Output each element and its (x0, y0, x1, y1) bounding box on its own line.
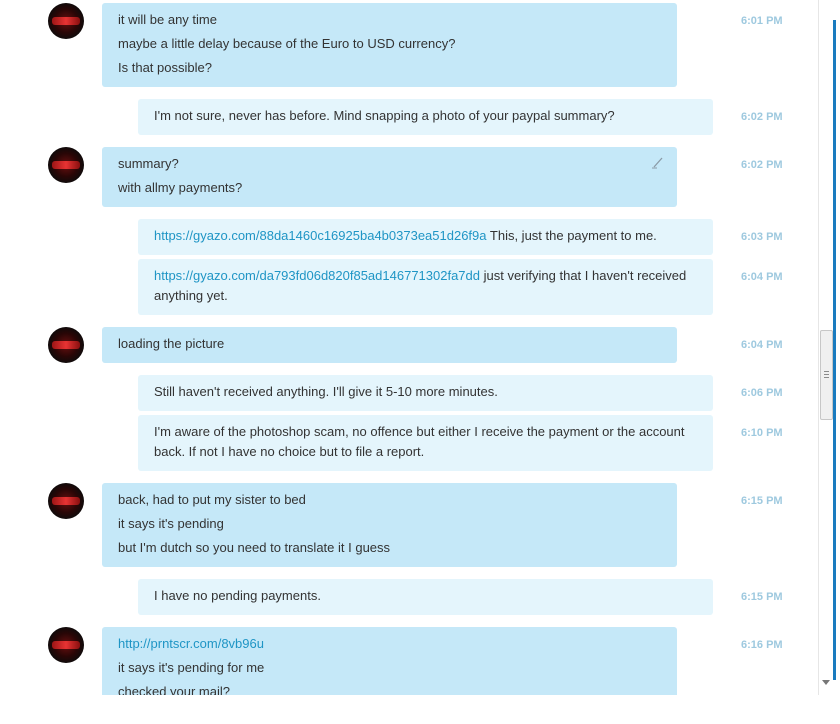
message-bubble[interactable]: summary? with allmy payments? (102, 147, 677, 207)
contact-avatar[interactable] (48, 483, 84, 519)
scrollbar-thumb[interactable] (820, 330, 833, 420)
bottom-area (0, 695, 840, 724)
message-link[interactable]: http://prntscr.com/8vb96u (118, 636, 264, 651)
message-text: checked your mail? (118, 684, 230, 695)
message-link[interactable]: https://gyazo.com/88da1460c16925ba4b0373… (154, 228, 487, 243)
message-timestamp: 6:10 PM (741, 427, 783, 439)
message-bubble[interactable]: back, had to put my sister to bed it say… (102, 483, 677, 567)
message-text: it says it's pending for me (118, 660, 265, 675)
message-bubble[interactable]: http://prntscr.com/8vb96u it says it's p… (102, 627, 677, 695)
message-text: This, just the payment to me. (486, 228, 657, 243)
message-bubble[interactable]: I have no pending payments. (138, 579, 713, 615)
contact-avatar[interactable] (48, 627, 84, 663)
message-timestamp: 6:04 PM (741, 271, 783, 283)
message-timestamp: 6:03 PM (741, 231, 783, 243)
chevron-down-icon[interactable] (822, 680, 830, 685)
message-timestamp: 6:01 PM (741, 15, 783, 27)
message-bubble[interactable]: Still haven't received anything. I'll gi… (138, 375, 713, 411)
message-bubble[interactable]: I'm not sure, never has before. Mind sna… (138, 99, 713, 135)
chat-history[interactable]: it will be any time maybe a little delay… (0, 0, 818, 695)
message-timestamp: 6:02 PM (741, 159, 783, 171)
message-text: it says it's pending (118, 516, 224, 531)
message-text: Still haven't received anything. I'll gi… (154, 384, 498, 399)
message-timestamp: 6:02 PM (741, 111, 783, 123)
message-text: but I'm dutch so you need to translate i… (118, 540, 391, 555)
message-link[interactable]: https://gyazo.com/da793fd06d820f85ad1467… (154, 268, 480, 283)
message-text: with allmy payments? (118, 180, 243, 195)
message-text: I have no pending payments. (154, 588, 321, 603)
pencil-icon[interactable] (651, 155, 665, 169)
message-text: loading the picture (118, 336, 225, 351)
message-text: it will be any time (118, 12, 217, 27)
message-bubble[interactable]: I'm aware of the photoshop scam, no offe… (138, 415, 713, 471)
message-text: I'm aware of the photoshop scam, no offe… (154, 424, 685, 459)
message-timestamp: 6:15 PM (741, 495, 783, 507)
message-bubble[interactable]: it will be any time maybe a little delay… (102, 3, 677, 87)
contact-avatar[interactable] (48, 147, 84, 183)
message-text: I'm not sure, never has before. Mind sna… (154, 108, 615, 123)
message-text: summary? (118, 156, 179, 171)
message-bubble[interactable]: https://gyazo.com/88da1460c16925ba4b0373… (138, 219, 713, 255)
message-text: maybe a little delay because of the Euro… (118, 36, 456, 51)
vertical-scrollbar[interactable] (818, 0, 840, 695)
message-bubble[interactable]: loading the picture (102, 327, 677, 363)
message-text: back, had to put my sister to bed (118, 492, 306, 507)
message-timestamp: 6:06 PM (741, 387, 783, 399)
message-text: Is that possible? (118, 60, 212, 75)
message-bubble[interactable]: https://gyazo.com/da793fd06d820f85ad1467… (138, 259, 713, 315)
message-timestamp: 6:15 PM (741, 591, 783, 603)
contact-avatar[interactable] (48, 327, 84, 363)
message-timestamp: 6:04 PM (741, 339, 783, 351)
contact-avatar[interactable] (48, 3, 84, 39)
message-timestamp: 6:16 PM (741, 639, 783, 651)
window-edge (833, 20, 836, 680)
